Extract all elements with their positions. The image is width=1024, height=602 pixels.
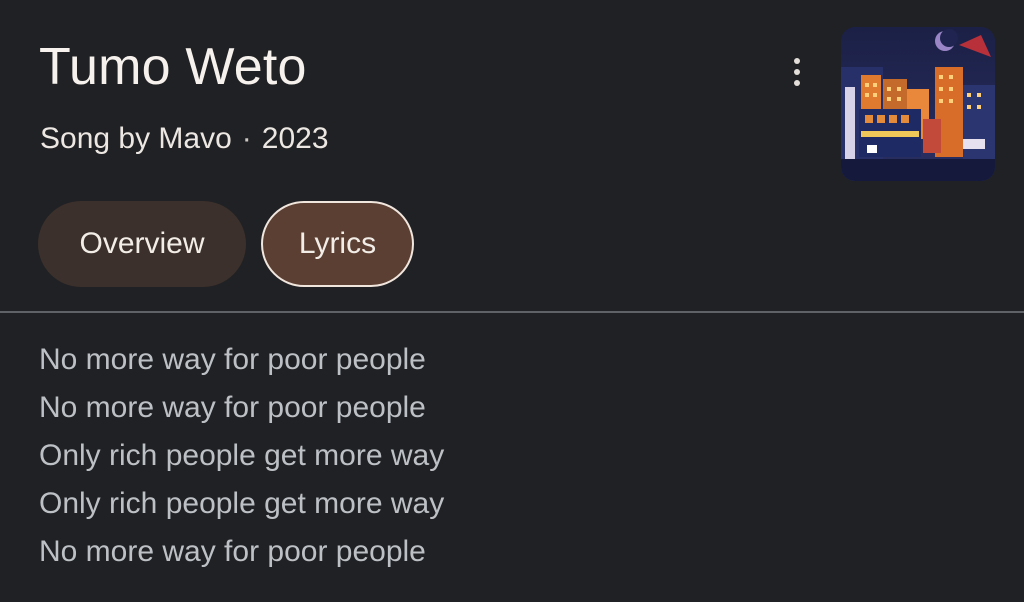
lyric-line: No more way for poor people (39, 343, 426, 376)
song-title: Tumo Weto (39, 38, 307, 96)
tab-overview-label: Overview (79, 227, 205, 260)
tab-lyrics[interactable]: Lyrics (261, 201, 414, 287)
lyric-line: No more way for poor people (39, 535, 426, 568)
subtitle-separator: · (241, 122, 252, 155)
tab-overview[interactable]: Overview (38, 201, 246, 287)
more-vert-icon-dot (794, 80, 800, 86)
tab-lyrics-label: Lyrics (298, 227, 377, 260)
artist-label: Song by Mavo (40, 122, 232, 155)
release-year: 2023 (261, 122, 329, 155)
more-vert-icon (794, 58, 800, 64)
lyric-line: Only rich people get more way (39, 487, 445, 520)
album-art-thumbnail (841, 27, 995, 181)
divider (0, 311, 1024, 313)
more-options-button[interactable] (780, 52, 814, 92)
lyric-line: No more way for poor people (39, 391, 426, 424)
tab-bar: Overview Lyrics (38, 201, 414, 287)
lyric-line: Only rich people get more way (39, 439, 445, 472)
more-vert-icon-dot (794, 69, 800, 75)
album-art[interactable] (841, 27, 995, 181)
lyrics-list: No more way for poor people No more way … (39, 336, 444, 576)
song-panel: Tumo Weto Song by Mavo · 2023 Overview L… (0, 0, 1024, 602)
song-subtitle: Song by Mavo · 2023 (40, 121, 329, 157)
